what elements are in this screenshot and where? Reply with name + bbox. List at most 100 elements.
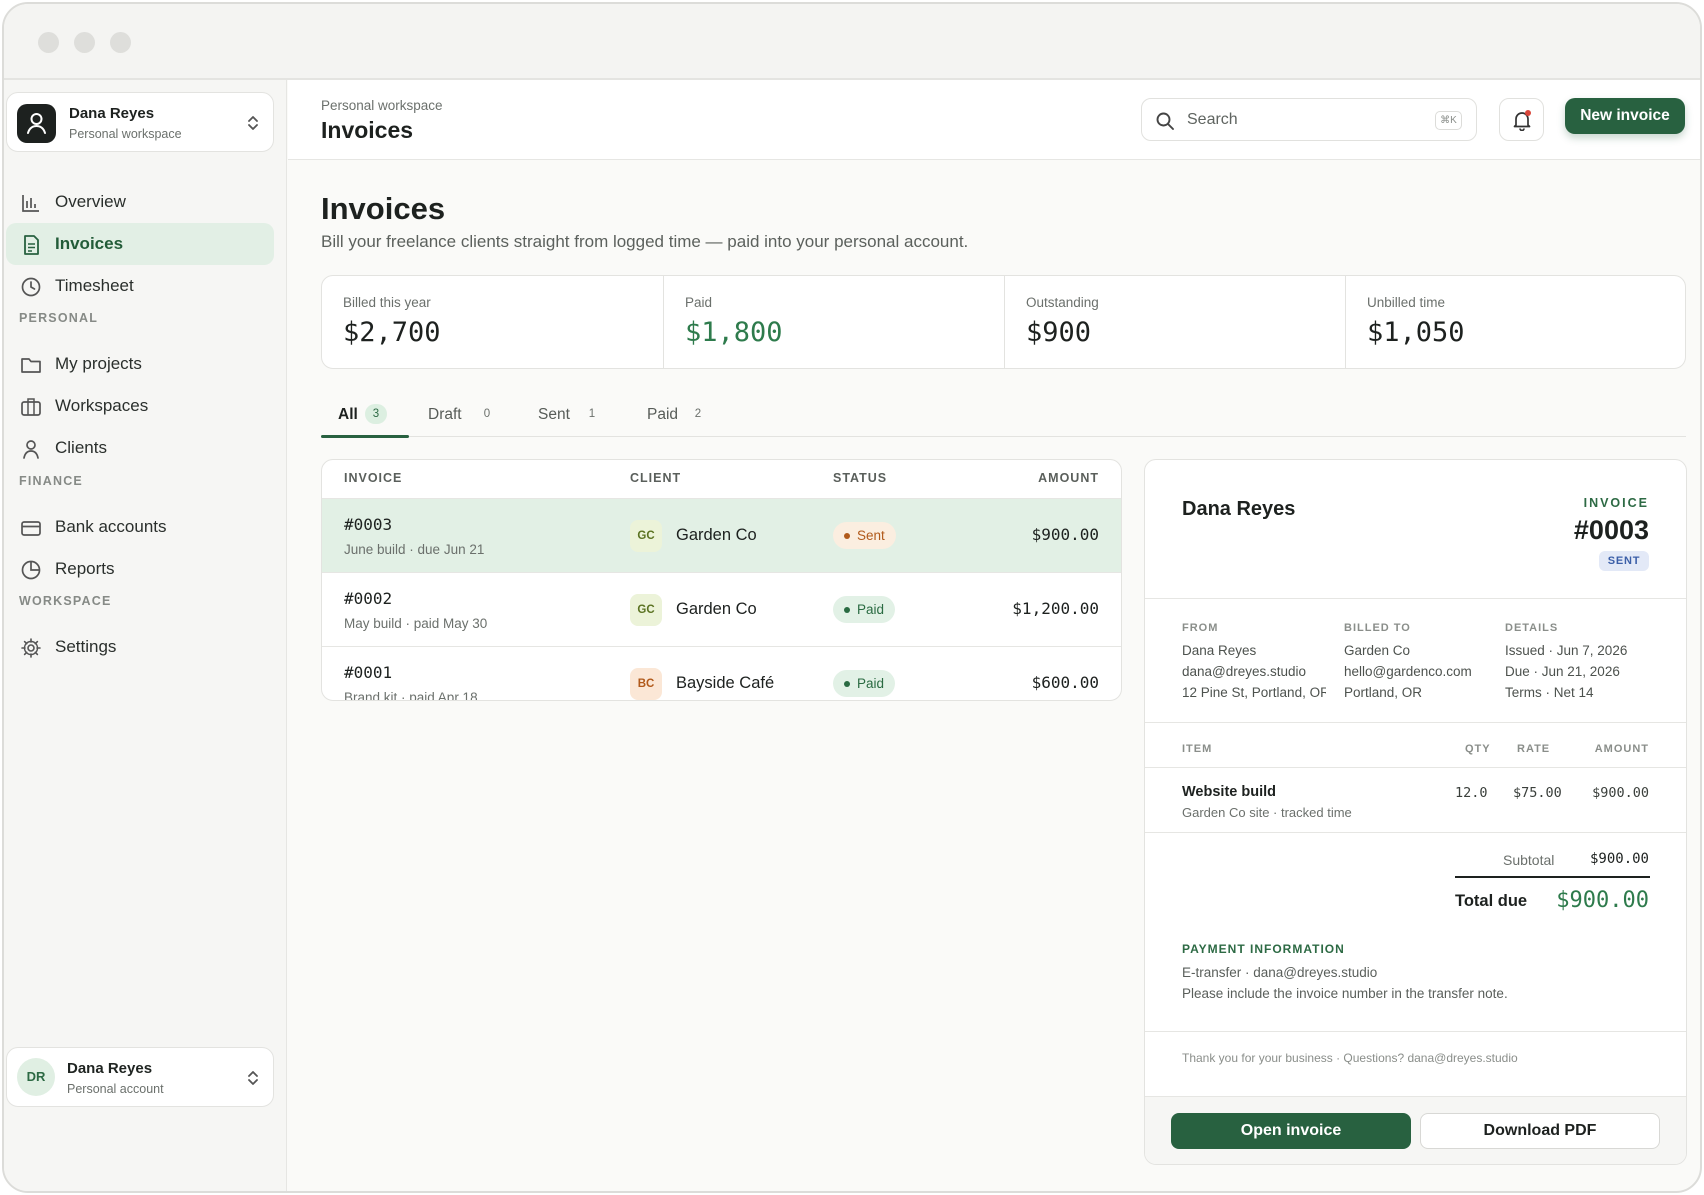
details-label: DETAILS <box>1505 622 1559 634</box>
invoice-amount: $1,200.00 <box>1012 599 1099 618</box>
sidebar-item-label: Bank accounts <box>55 517 167 536</box>
tab-sent[interactable]: Sent 1 <box>538 397 608 437</box>
section-label-personal: PERSONAL <box>19 311 99 325</box>
tab-count: 1 <box>588 408 596 420</box>
account-switcher[interactable]: DR Dana Reyes Personal account <box>6 1047 274 1107</box>
divider <box>1145 767 1686 768</box>
workspace-avatar <box>17 104 56 143</box>
table-row[interactable]: #0001 Brand kit · paid Apr 18 BC Bayside… <box>322 646 1121 700</box>
workspace-type: Personal workspace <box>69 127 182 141</box>
tab-label: Draft <box>428 406 462 423</box>
chevron-updown-icon <box>248 116 258 130</box>
subtotal-value: $900.00 <box>1589 851 1649 867</box>
client-avatar: GC <box>630 520 662 552</box>
tab-count: 0 <box>483 408 491 420</box>
from-label: FROM <box>1182 622 1219 634</box>
status-tabs: All 3 Draft 0 Sent 1 Paid 2 <box>321 397 1686 438</box>
status-badge: Paid <box>833 596 896 623</box>
tab-count: 2 <box>694 408 702 420</box>
stat-value: $1,050 <box>1367 317 1465 348</box>
main-content: Invoices Bill your freelance clients str… <box>288 161 1700 1191</box>
table-row[interactable]: #0002 May build · paid May 30 GC Garden … <box>322 572 1121 646</box>
total-label: Total due <box>1455 892 1528 910</box>
qty-column-header: QTY <box>1465 743 1491 755</box>
chevron-updown-icon <box>248 1071 258 1085</box>
invoice-label: INVOICE <box>1583 496 1649 510</box>
details-line: Due · Jun 21, 2026 <box>1505 664 1620 679</box>
invoice-amount: $600.00 <box>1031 673 1099 692</box>
subtotal-label: Subtotal <box>1503 852 1555 868</box>
sidebar-item-label: My projects <box>55 354 142 373</box>
tab-count: 3 <box>365 404 387 424</box>
window-zoom-dot[interactable] <box>110 32 131 53</box>
invoice-sender-name: Dana Reyes <box>1182 498 1296 520</box>
total-value: $900.00 <box>1556 888 1649 913</box>
search-input[interactable]: Search ⌘K <box>1141 98 1477 141</box>
window-minimize-dot[interactable] <box>74 32 95 53</box>
window-close-dot[interactable] <box>38 32 59 53</box>
column-header-client: CLIENT <box>630 471 682 485</box>
tab-all[interactable]: All 3 <box>321 397 409 438</box>
sidebar: Dana Reyes Personal workspace Overview I… <box>4 80 287 1191</box>
stat-value: $2,700 <box>343 317 441 348</box>
invoice-description: May build · paid May 30 <box>344 616 488 631</box>
amount-column-header: AMOUNT <box>1594 743 1649 755</box>
stat-label: Outstanding <box>1026 295 1099 310</box>
invoice-description: June build · due Jun 21 <box>344 542 485 557</box>
column-header-amount: AMOUNT <box>1038 471 1099 485</box>
status-badge: SENT <box>1599 551 1649 571</box>
invoice-amount: $900.00 <box>1031 525 1099 544</box>
column-header-status: STATUS <box>833 471 888 485</box>
line-item-name: Website build <box>1182 784 1276 800</box>
payment-info-label: PAYMENT INFORMATION <box>1182 942 1345 956</box>
sidebar-item-timesheet[interactable]: Timesheet <box>6 265 274 307</box>
invoice-number: #0001 <box>344 663 393 682</box>
table-row[interactable]: #0003 June build · due Jun 21 GC Garden … <box>322 498 1121 572</box>
invoice-number: #0002 <box>344 589 393 608</box>
sidebar-item-label: Invoices <box>55 234 124 253</box>
payment-info-line: Please include the invoice number in the… <box>1182 986 1508 1001</box>
invoice-number: #0003 <box>1573 515 1649 545</box>
breadcrumb[interactable]: Personal workspace <box>321 98 443 113</box>
billed-to-line: Portland, OR <box>1344 685 1423 700</box>
sidebar-item-bank-accounts[interactable]: Bank accounts <box>6 506 274 548</box>
sidebar-item-label: Clients <box>55 438 107 457</box>
from-line: Dana Reyes <box>1182 643 1257 658</box>
sidebar-item-workspaces[interactable]: Workspaces <box>6 385 274 427</box>
new-invoice-button[interactable]: New invoice <box>1565 98 1685 134</box>
sidebar-item-my-projects[interactable]: My projects <box>6 343 274 385</box>
workspace-switcher[interactable]: Dana Reyes Personal workspace <box>6 92 274 152</box>
divider <box>1145 598 1686 599</box>
billed-to-label: BILLED TO <box>1344 622 1411 634</box>
credit-card-icon <box>21 521 41 536</box>
from-line: 12 Pine St, Portland, OR <box>1182 685 1326 700</box>
page-subtitle: Bill your freelance clients straight fro… <box>321 232 969 251</box>
search-shortcut: ⌘K <box>1435 111 1462 130</box>
sidebar-item-label: Timesheet <box>55 276 134 295</box>
section-label-workspace: WORKSPACE <box>19 594 112 608</box>
client-name: Bayside Café <box>676 674 775 692</box>
download-pdf-button[interactable]: Download PDF <box>1420 1113 1660 1149</box>
pie-chart-icon <box>21 560 41 580</box>
sidebar-item-overview[interactable]: Overview <box>6 181 274 223</box>
line-item-amount: $900.00 <box>1592 785 1649 801</box>
stat-value: $900 <box>1026 317 1092 348</box>
billed-to-line: hello@gardenco.com <box>1344 664 1472 679</box>
stat-label: Billed this year <box>343 295 431 310</box>
workspace-name: Dana Reyes <box>69 105 155 122</box>
open-invoice-button[interactable]: Open invoice <box>1171 1113 1411 1149</box>
sidebar-item-settings[interactable]: Settings <box>6 626 274 668</box>
divider <box>1145 1031 1686 1032</box>
sidebar-item-clients[interactable]: Clients <box>6 427 274 469</box>
line-item-qty: 12.0 <box>1455 785 1488 801</box>
search-placeholder: Search <box>1187 111 1238 128</box>
notifications-button[interactable] <box>1499 98 1544 141</box>
tab-draft[interactable]: Draft 0 <box>428 397 508 437</box>
folder-icon <box>21 358 41 373</box>
sidebar-item-invoices[interactable]: Invoices <box>6 223 274 265</box>
tab-paid[interactable]: Paid 2 <box>647 397 717 437</box>
sidebar-item-reports[interactable]: Reports <box>6 548 274 590</box>
building-icon <box>21 398 41 416</box>
payment-info-line: E-transfer · dana@dreyes.studio <box>1182 965 1378 980</box>
user-icon <box>23 440 39 459</box>
